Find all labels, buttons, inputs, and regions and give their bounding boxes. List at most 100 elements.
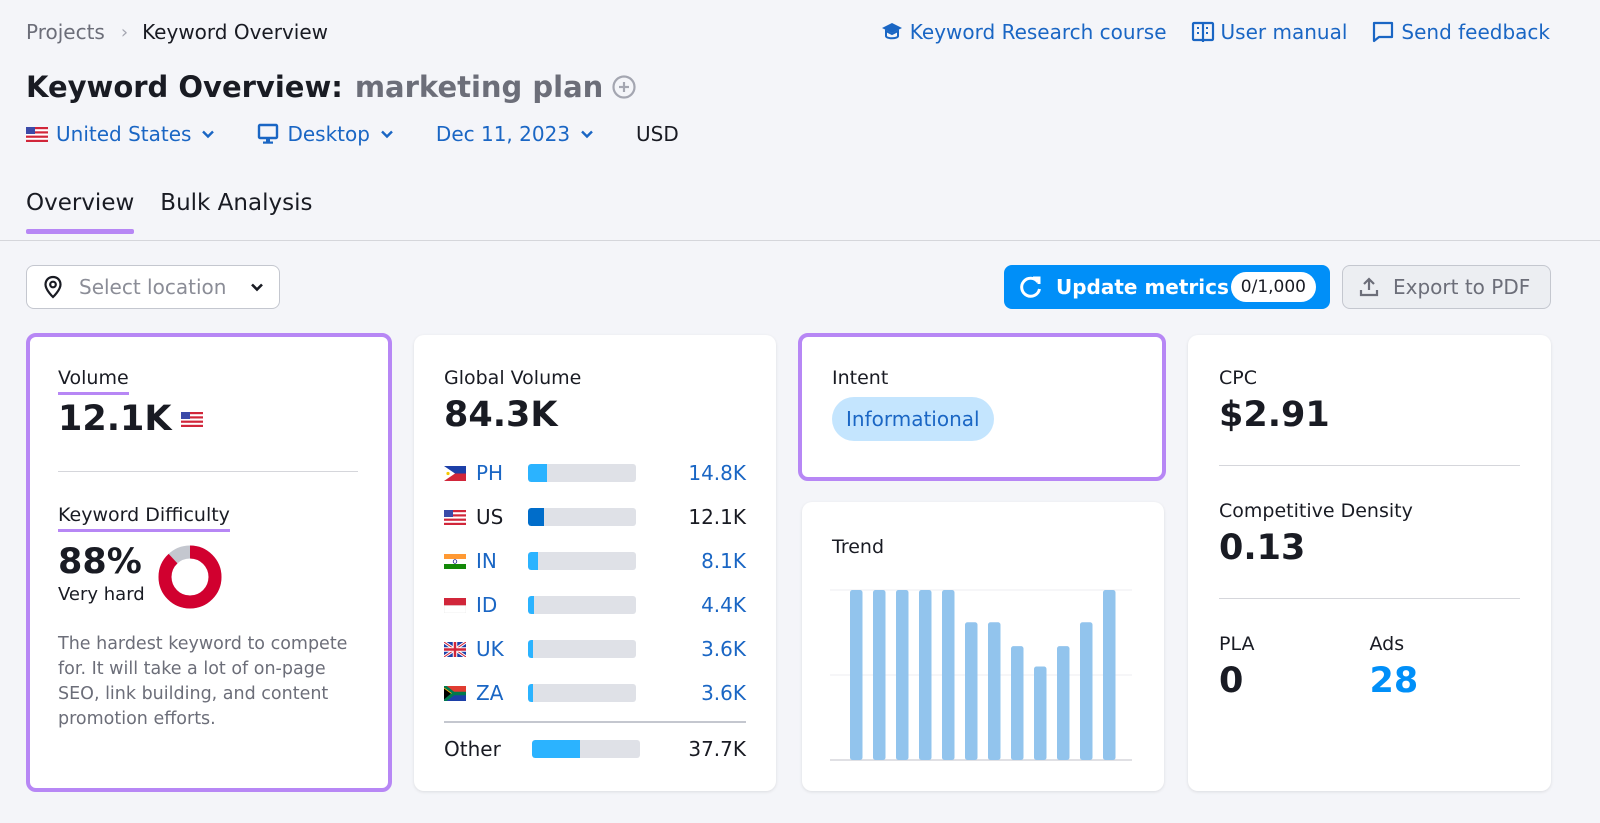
location-pin-icon [44,275,62,299]
us-flag-icon [181,411,204,427]
country-row-ph[interactable]: PH 14.8K [444,451,746,495]
country-row-in[interactable]: IN 8.1K [444,539,746,583]
date-dropdown[interactable]: Dec 11, 2023 [436,122,594,146]
volume-share-fill [528,508,544,526]
pla-value: 0 [1219,661,1244,701]
chevron-down-icon [381,130,393,139]
keyword-difficulty-description: The hardest keyword to compete for. It w… [58,634,348,729]
country-volume: 3.6K [701,637,746,661]
volume-value: 12.1K [58,399,172,439]
page-title-keyword: marketing plan [354,70,604,104]
date-label: Dec 11, 2023 [435,122,571,146]
country-code: PH [476,461,504,485]
country-volume: 14.8K [688,461,746,485]
chat-bubble-icon [1373,21,1394,43]
tab-overview[interactable]: Overview [26,190,135,234]
trend-label: Trend [832,536,884,558]
intent-badge[interactable]: Informational [832,397,994,441]
ads-value[interactable]: 28 [1370,661,1521,701]
keyword-research-course-link[interactable]: Keyword Research course [880,20,1167,44]
update-metrics-button[interactable]: Update metrics 0/1,000 [1004,265,1330,309]
location-select[interactable]: Select location [26,265,280,309]
trend-bar[interactable] [965,622,978,760]
volume-share-bar [528,508,636,526]
country-volume: 3.6K [701,681,746,705]
trend-bar[interactable] [988,622,1001,760]
cpc-card: CPC $2.91 Competitive Density 0.13 PLA 0… [1188,335,1551,791]
volume-label: Volume [58,367,129,395]
country-code: IN [476,549,497,573]
update-metrics-counter: 0/1,000 [1230,272,1316,302]
country-volume-list: PH 14.8K US 12.1K IN 8.1K ID 4.4K UK 3.6… [444,451,746,771]
trend-bar[interactable] [942,590,955,760]
volume-share-bar [528,684,636,702]
country-row-uk[interactable]: UK 3.6K [444,627,746,671]
trend-bar[interactable] [1011,646,1024,760]
trend-bar[interactable] [1057,646,1070,760]
volume-share-bar [528,552,636,570]
device-dropdown[interactable]: Desktop [257,122,393,146]
page-title-main: Keyword Overview: [26,70,343,104]
send-feedback-label: Send feedback [1401,20,1550,44]
breadcrumb-current: Keyword Overview [142,20,328,44]
intent-label: Intent [832,367,889,389]
global-volume-label: Global Volume [444,367,582,389]
trend-bar[interactable] [1080,622,1093,760]
plus-circle-icon[interactable] [611,74,637,100]
trend-chart [830,589,1132,761]
card-divider [1219,598,1520,599]
tab-bulk-analysis[interactable]: Bulk Analysis [160,190,312,232]
breadcrumb-separator: › [120,21,129,43]
country-label: United States [56,122,192,146]
volume-difficulty-card: Volume 12.1K Keyword Difficulty 88% Very… [26,333,392,792]
other-label: Other [444,737,501,761]
trend-bar[interactable] [850,590,863,760]
country-row-id[interactable]: ID 4.4K [444,583,746,627]
us-flag-icon [444,509,466,525]
volume-share-fill [528,640,533,658]
user-manual-link[interactable]: User manual [1191,20,1348,44]
trend-card: Trend [802,502,1164,791]
chevron-down-icon [251,283,263,292]
country-code: ZA [476,681,504,705]
cpc-value: $2.91 [1219,395,1330,435]
competitive-density-value: 0.13 [1219,528,1306,568]
intent-card: Intent Informational [798,333,1166,481]
send-feedback-link[interactable]: Send feedback [1371,20,1550,44]
country-volume: 4.4K [701,593,746,617]
global-volume-value: 84.3K [444,395,558,435]
us-flag-icon [26,126,48,142]
book-icon [1191,21,1214,42]
global-volume-card: Global Volume 84.3K PH 14.8K US 12.1K IN… [414,335,776,791]
trend-bar[interactable] [873,590,886,760]
country-volume: 12.1K [688,505,746,529]
card-divider [1219,465,1520,466]
user-manual-label: User manual [1220,20,1348,44]
help-links: Keyword Research course User manual Send… [880,20,1550,44]
trend-bar[interactable] [1103,590,1116,760]
graduation-cap-icon [881,23,902,40]
trend-bar[interactable] [896,590,909,760]
uk-flag-icon [444,641,466,657]
country-dropdown[interactable]: United States [26,122,215,146]
volume-share-fill [528,552,539,570]
in-flag-icon [444,553,466,569]
country-row-za[interactable]: ZA 3.6K [444,671,746,715]
trend-bar[interactable] [919,590,932,760]
country-volume: 8.1K [701,549,746,573]
volume-share-fill [532,740,581,758]
trend-bar[interactable] [1034,666,1047,761]
volume-share-fill [528,464,547,482]
volume-share-bar [532,740,640,758]
breadcrumb-projects[interactable]: Projects [26,20,105,44]
export-pdf-button[interactable]: Export to PDF [1342,265,1551,309]
pla-label: PLA [1219,633,1255,655]
country-code: ID [476,593,498,617]
country-row-other: Other 37.7K [444,727,746,771]
list-divider [444,721,746,723]
desktop-icon [258,123,279,144]
other-volume: 37.7K [688,737,746,761]
volume-share-bar [528,640,636,658]
country-code: UK [476,637,504,661]
id-flag-icon [444,597,466,613]
